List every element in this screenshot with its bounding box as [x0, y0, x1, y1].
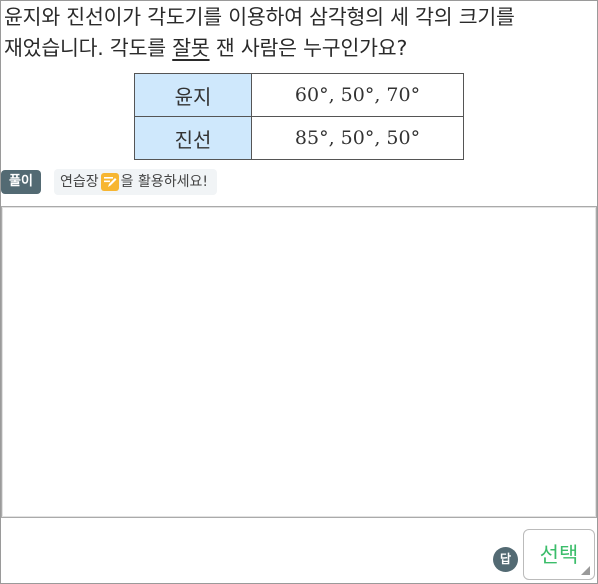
memo-pencil-icon: [100, 173, 119, 191]
hint-text-end: 을 활용하세요!: [120, 174, 208, 190]
question-line-1: 윤지와 진선이가 각도기를 이용하여 삼각형의 세 각의 크기를: [4, 5, 515, 29]
dropdown-corner-icon: [581, 566, 590, 575]
table-cell-angles: 60°, 50°, 70°: [251, 73, 464, 117]
table-cell-name: 진선: [134, 116, 252, 160]
table-cell-name: 윤지: [134, 73, 252, 117]
question-text: 윤지와 진선이가 각도기를 이용하여 삼각형의 세 각의 크기를 재었습니다. …: [4, 2, 594, 64]
table-row: 윤지 60°, 50°, 70°: [134, 73, 464, 117]
table-cell-angles: 85°, 50°, 50°: [251, 116, 464, 160]
question-underlined-word: 잘못: [172, 36, 210, 60]
notepad-hint: 연습장 을 활용하세요!: [54, 169, 217, 195]
answer-select-button[interactable]: 선택: [523, 529, 595, 580]
table-row: 진선 85°, 50°, 50°: [134, 116, 464, 160]
question-line-2-start: 재었습니다. 각도를: [4, 36, 173, 60]
solution-work-area[interactable]: [1, 206, 597, 518]
answer-badge: 답: [493, 547, 518, 572]
select-button-label: 선택: [539, 543, 579, 567]
angle-table: 윤지 60°, 50°, 70° 진선 85°, 50°, 50°: [134, 73, 464, 160]
solution-badge: 풀이: [1, 170, 41, 194]
hint-text-start: 연습장: [60, 174, 99, 190]
question-line-2-end: 잰 사람은 누구인가요?: [209, 36, 408, 60]
